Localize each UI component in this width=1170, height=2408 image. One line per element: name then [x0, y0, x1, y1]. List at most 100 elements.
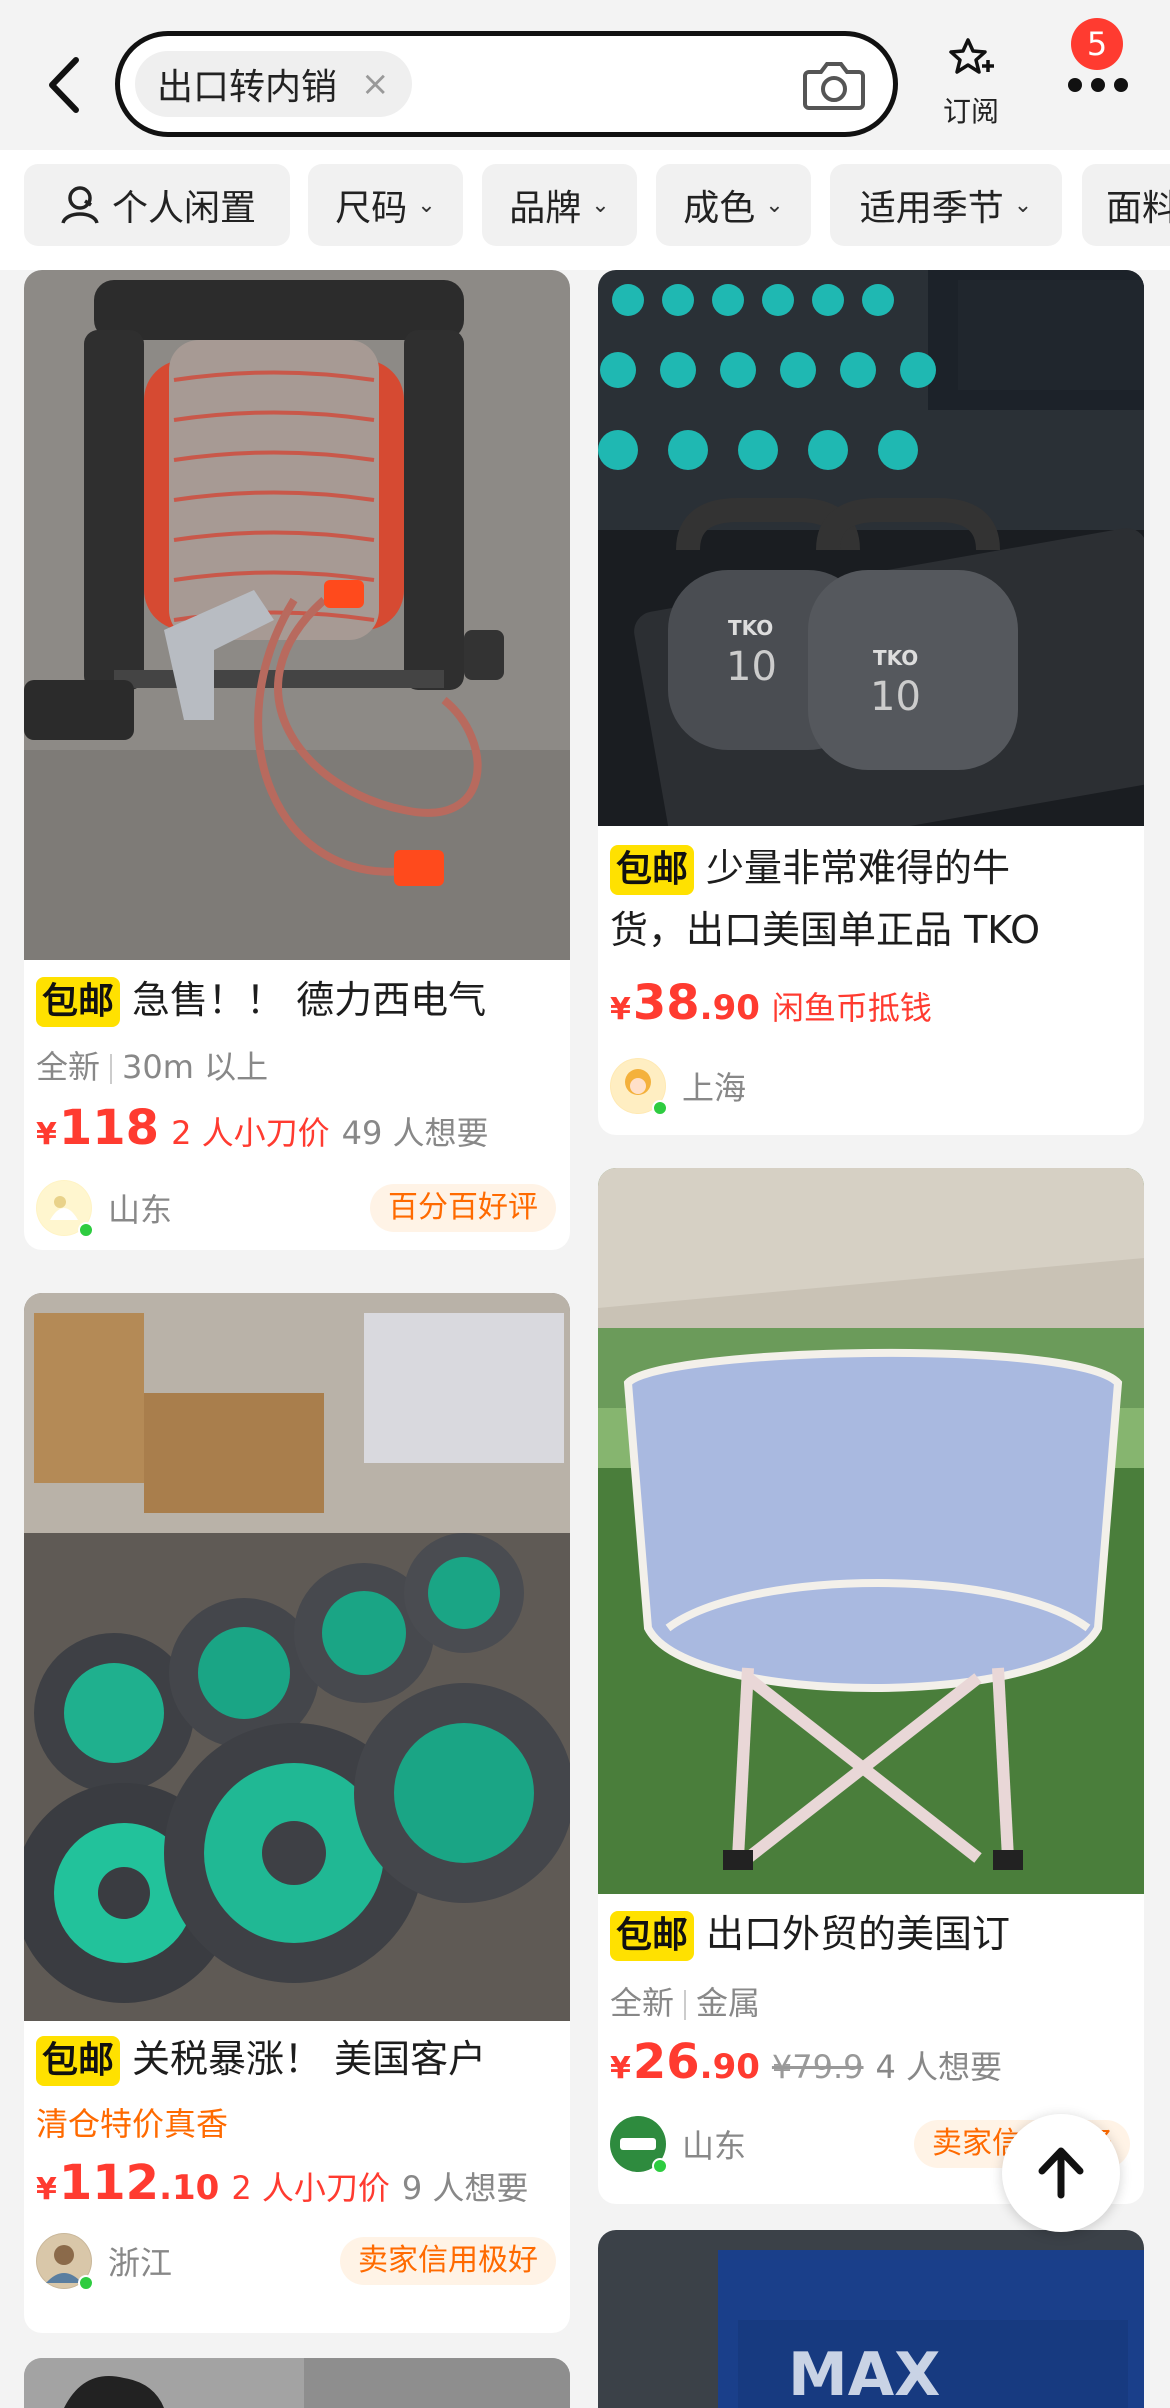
search-query-text: 出口转内销: [157, 67, 338, 108]
pin-star-icon: [949, 38, 994, 74]
online-indicator: [652, 1100, 668, 1116]
filter-label: 适用季节: [859, 188, 1004, 229]
seller-row[interactable]: 山东: [36, 1178, 172, 1238]
want-count: 9 人想要: [401, 2169, 529, 2207]
product-card[interactable]: 包邮 关税暴涨！ 美国客户 清仓特价真香 ¥ 112 .10 2 人小刀价 9 人…: [24, 1293, 570, 2333]
promo-text: 清仓特价真香: [36, 2105, 229, 2143]
back-button[interactable]: [40, 50, 90, 120]
subscribe-label: 订阅: [942, 95, 999, 128]
product-image[interactable]: MAX: [598, 2230, 1144, 2408]
search-box[interactable]: 出口转内销 ×: [115, 31, 898, 137]
avatar[interactable]: [610, 2116, 668, 2174]
price-integer: 112: [58, 2155, 160, 2211]
product-title-line1: 少量非常难得的牛: [706, 846, 1011, 890]
currency-symbol: ¥: [36, 1117, 57, 1152]
scroll-to-top-button[interactable]: [1002, 2114, 1120, 2232]
avatar[interactable]: [610, 1058, 668, 1116]
product-image[interactable]: [24, 270, 570, 960]
seller-row[interactable]: 浙江: [36, 2231, 172, 2291]
currency-symbol: ¥: [610, 2051, 631, 2086]
product-attributes: 全新 30m 以上: [36, 1042, 268, 1088]
product-image[interactable]: TKO 10 TKO 10: [598, 270, 1144, 826]
seller-location: 浙江: [108, 2244, 173, 2282]
free-shipping-tag: 包邮: [610, 845, 695, 895]
product-image-partial: MAX: [598, 2230, 1144, 2408]
filter-size[interactable]: 尺码 ⌄: [308, 164, 463, 246]
product-title: 急售！！ 德力西电气: [132, 978, 487, 1022]
price-row: ¥ 26 .90 ¥79.9 4 人想要: [610, 2034, 1002, 2090]
filter-season[interactable]: 适用季节 ⌄: [830, 164, 1062, 246]
subscribe-button[interactable]: 订阅: [930, 36, 1012, 136]
arrow-up-icon: [1038, 2147, 1084, 2199]
person-icon: [61, 186, 99, 224]
seller-row[interactable]: 山东: [610, 2114, 746, 2174]
price-row: ¥ 112 .10 2 人小刀价 9 人想要: [36, 2155, 528, 2211]
filter-label: 品牌: [509, 188, 582, 229]
product-card[interactable]: 包邮 急售！！ 德力西电气 全新 30m 以上 ¥ 118 2 人小刀价 49 人想…: [24, 270, 570, 1250]
filter-fabric[interactable]: 面料: [1082, 164, 1170, 246]
spec-label: 金属: [696, 1984, 761, 2022]
filter-label: 面料: [1106, 188, 1170, 229]
price-integer: 118: [58, 1100, 160, 1156]
search-query-chip[interactable]: 出口转内销 ×: [135, 51, 412, 117]
folding-chair-image: [598, 1168, 1144, 1894]
chevron-left-icon: [49, 57, 79, 113]
kettlebell-image: TKO 10 TKO 10: [598, 270, 1144, 826]
product-title: 出口外贸的美国订: [706, 1912, 1011, 1956]
spec-label: 30m 以上: [122, 1048, 269, 1086]
seller-location: 山东: [682, 2127, 747, 2165]
filter-brand[interactable]: 品牌 ⌄: [482, 164, 637, 246]
filter-personal-idle[interactable]: 个人闲置: [24, 164, 290, 246]
chevron-down-icon: ⌄: [765, 192, 784, 218]
price-decimal: .90: [699, 988, 760, 1028]
price-decimal: .10: [159, 2168, 220, 2208]
camera-search-button[interactable]: [803, 58, 865, 112]
product-card[interactable]: [24, 2358, 570, 2408]
product-card[interactable]: 包邮 出口外贸的美国订 全新 金属 ¥ 26 .90 ¥79.9 4 人想要 山东 …: [598, 1168, 1144, 2204]
top-bar: 出口转内销 × 订阅 5: [0, 0, 1170, 150]
product-card[interactable]: TKO 10 TKO 10 包邮 少量非常难得的牛 货，出口美国单正品 TKO ¥…: [598, 270, 1144, 1135]
seller-row[interactable]: 上海: [610, 1056, 746, 1116]
product-image-partial: [24, 2358, 570, 2408]
condition-label: 全新: [36, 1048, 101, 1086]
price-decimal: .90: [699, 2047, 760, 2087]
clear-query-icon[interactable]: ×: [361, 67, 390, 101]
product-image[interactable]: [598, 1168, 1144, 1894]
avatar[interactable]: [36, 1180, 94, 1238]
chevron-down-icon: ⌄: [591, 192, 610, 218]
price-row: ¥ 118 2 人小刀价 49 人想要: [36, 1100, 489, 1156]
online-indicator: [78, 2275, 94, 2291]
bargain-count: 2 人小刀价: [231, 2169, 390, 2207]
chevron-down-icon: ⌄: [417, 192, 436, 218]
product-title-line2: 货，出口美国单正品 TKO: [610, 908, 1041, 952]
online-indicator: [78, 1222, 94, 1238]
bargain-count: 2 人小刀价: [171, 1114, 330, 1152]
product-image[interactable]: [24, 1293, 570, 2021]
more-dots-icon[interactable]: [1068, 78, 1128, 92]
want-count: 49 人想要: [341, 1114, 489, 1152]
filter-bar: 个人闲置 尺码 ⌄ 品牌 ⌄ 成色 ⌄ 适用季节 ⌄ 面料: [0, 150, 1170, 270]
seller-reputation-badge: 卖家信用极好: [340, 2237, 556, 2285]
online-indicator: [652, 2158, 668, 2174]
want-count: 4 人想要: [875, 2048, 1003, 2086]
product-card[interactable]: MAX: [598, 2230, 1144, 2408]
filter-label: 尺码: [335, 188, 408, 229]
price-integer: 26: [632, 2034, 700, 2090]
price-integer: 38: [632, 975, 700, 1031]
svg-text:10: 10: [870, 674, 921, 720]
filter-condition[interactable]: 成色 ⌄: [656, 164, 811, 246]
notification-badge: 5: [1071, 18, 1123, 70]
svg-text:10: 10: [726, 644, 777, 690]
coin-deduction-note: 闲鱼币抵钱: [771, 989, 932, 1027]
chevron-down-icon: ⌄: [1013, 192, 1033, 218]
currency-symbol: ¥: [610, 992, 631, 1027]
avatar[interactable]: [36, 2233, 94, 2291]
hose-reel-image: [24, 270, 570, 960]
product-title: 关税暴涨！ 美国客户: [132, 2037, 487, 2081]
seller-reputation-badge: 百分百好评: [370, 1184, 556, 1232]
product-image[interactable]: [24, 2358, 570, 2408]
free-shipping-tag: 包邮: [36, 2036, 121, 2086]
currency-symbol: ¥: [36, 2172, 57, 2207]
seller-location: 上海: [682, 1069, 747, 1107]
original-price: ¥79.9: [771, 2048, 864, 2086]
